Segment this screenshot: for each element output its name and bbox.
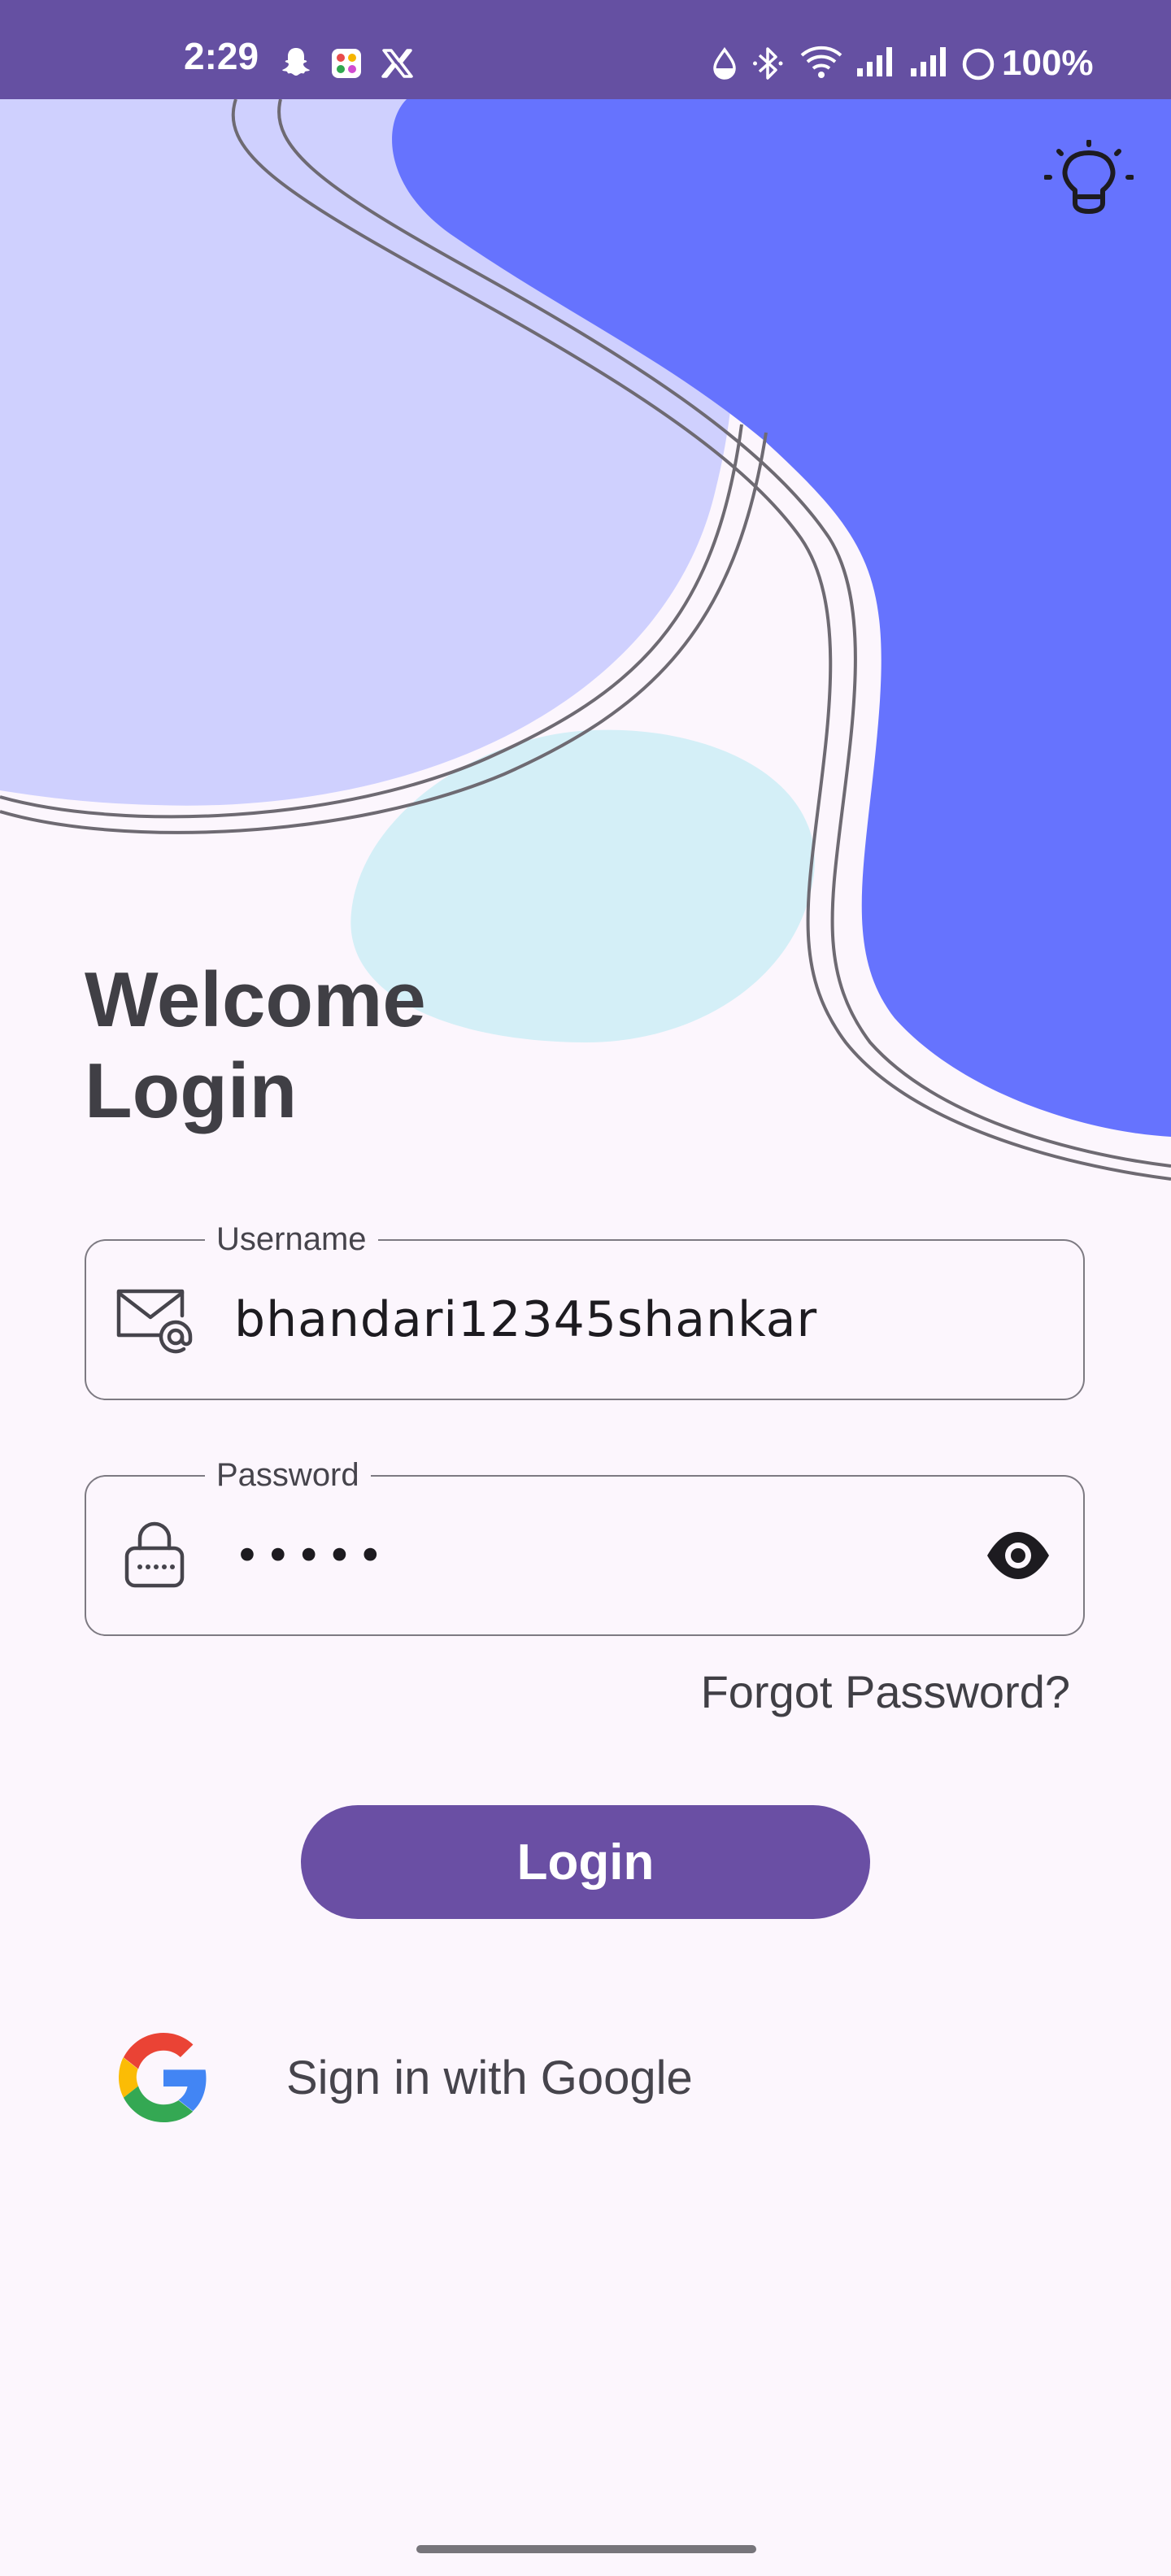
signal-icon [857, 47, 892, 76]
google-icon [119, 2033, 207, 2122]
password-field[interactable]: Password ••••• [85, 1449, 1085, 1636]
home-indicator[interactable] [416, 2545, 756, 2553]
title-line-welcome: Welcome [85, 956, 426, 1043]
status-time: 2:29 [184, 35, 259, 77]
snapchat-icon [282, 48, 310, 76]
forgot-password-link[interactable]: Forgot Password? [701, 1665, 1070, 1718]
username-input[interactable]: bhandari12345shankar [234, 1241, 817, 1399]
lock-icon [124, 1521, 185, 1588]
username-field[interactable]: Username bhandari12345shankar [85, 1213, 1085, 1400]
mail-at-icon [116, 1289, 193, 1354]
status-bar: 2:29 100% [0, 0, 1171, 99]
page-title: Welcome Login [85, 955, 426, 1137]
app-icon [332, 49, 361, 78]
battery-ring-icon [962, 48, 995, 80]
data-saver-icon [713, 47, 736, 80]
google-signin-label: Sign in with Google [286, 2051, 693, 2104]
lightbulb-icon[interactable] [1044, 140, 1134, 229]
eye-icon[interactable] [986, 1527, 1051, 1584]
title-line-login: Login [85, 1047, 298, 1134]
x-icon [381, 49, 413, 78]
google-signin-button[interactable]: Sign in with Google [114, 2033, 764, 2122]
login-button[interactable]: Login [301, 1805, 870, 1919]
bluetooth-icon [753, 47, 783, 80]
password-input[interactable]: ••••• [234, 1477, 388, 1634]
signal-icon [911, 47, 946, 76]
battery-percentage: 100% [1002, 43, 1094, 83]
wifi-icon [800, 46, 842, 78]
